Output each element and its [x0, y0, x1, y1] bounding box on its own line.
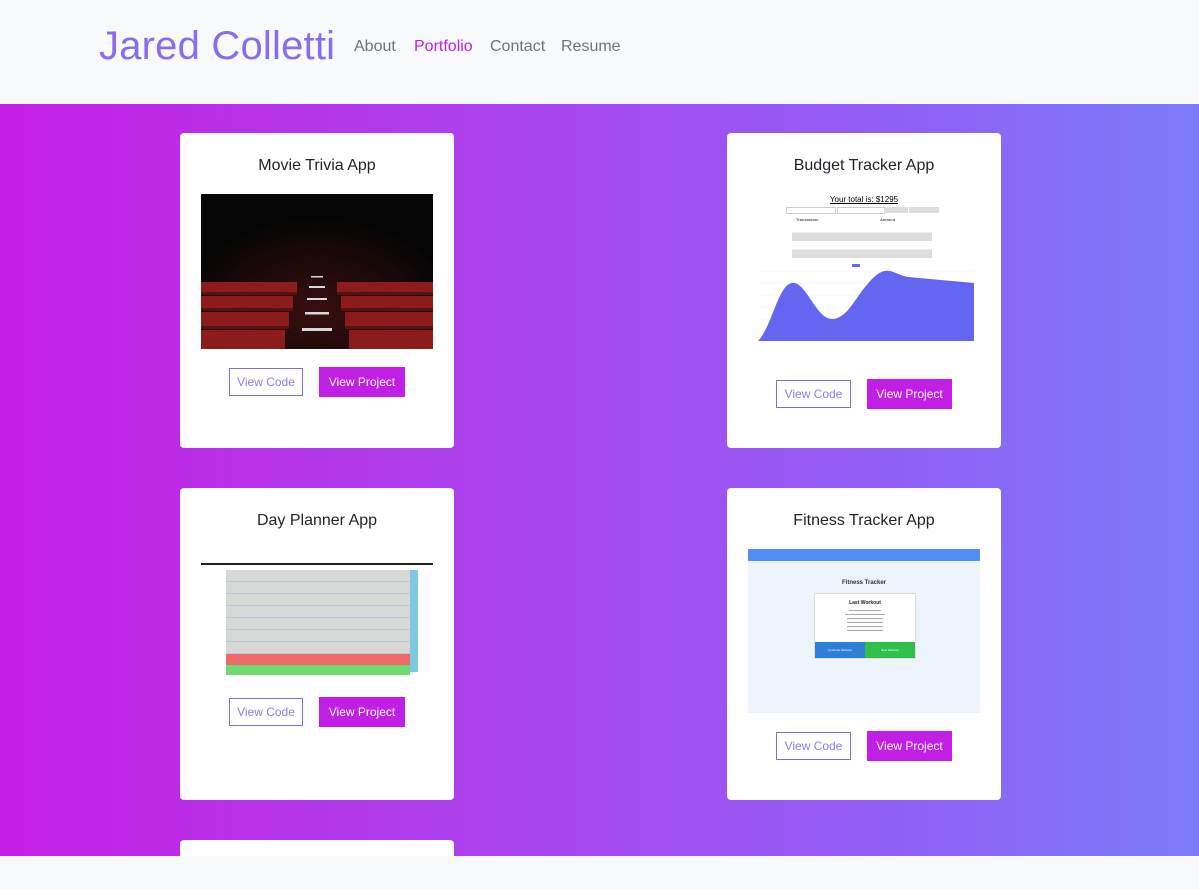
project-card-day-planner: Day Planner App View Code View Project: [180, 488, 454, 800]
nav-link-portfolio[interactable]: Portfolio: [414, 38, 473, 56]
view-code-button[interactable]: View Code: [229, 368, 303, 396]
view-project-button[interactable]: View Project: [867, 731, 952, 761]
last-workout-panel: Last Workout Continue Workout New Workou…: [814, 593, 916, 659]
amount-input-mock: [837, 207, 885, 214]
view-project-button[interactable]: View Project: [867, 379, 952, 409]
continue-workout-mock: Continue Workout: [815, 642, 865, 658]
transactions-table-mock: [792, 224, 932, 270]
brand-link[interactable]: Jared Colletti: [99, 24, 335, 69]
project-title: Budget Tracker App: [793, 157, 935, 174]
save-buttons-mock: [410, 570, 418, 672]
planner-divider: [201, 563, 433, 565]
amount-header: Amount: [880, 217, 896, 222]
new-workout-mock: New Workout: [865, 642, 915, 658]
subtract-funds-mock: [909, 207, 939, 213]
footer: [0, 856, 1199, 889]
nav-link-contact[interactable]: Contact: [490, 38, 545, 56]
add-funds-mock: [884, 207, 908, 213]
nav-link-about[interactable]: About: [354, 38, 396, 56]
project-title: Day Planner App: [256, 512, 378, 529]
day-planner-screenshot: [201, 563, 433, 675]
fitness-tracker-screenshot: Fitness Tracker Last Workout Continue Wo…: [748, 549, 980, 713]
name-input-mock: [786, 207, 836, 214]
project-card-movie-trivia: Movie Trivia App View Code View Project: [180, 133, 454, 448]
project-title: Fitness Tracker App: [793, 512, 935, 529]
view-project-button[interactable]: View Project: [319, 367, 405, 397]
nav-link-resume[interactable]: Resume: [561, 38, 621, 56]
view-code-button[interactable]: View Code: [229, 698, 303, 726]
area-chart-mock: [758, 270, 974, 341]
project-card-budget-tracker: Budget Tracker App Your total is: $1295 …: [727, 133, 1001, 448]
project-card-partial: [180, 840, 454, 856]
view-code-button[interactable]: View Code: [776, 380, 851, 408]
project-card-fitness-tracker: Fitness Tracker App Fitness Tracker Last…: [727, 488, 1001, 800]
budget-tracker-screenshot: Your total is: $1295 Transaction Amount: [748, 191, 980, 349]
budget-total-text: Your total is: $1295: [829, 195, 899, 204]
fitness-navbar-mock: [748, 549, 980, 561]
view-code-button[interactable]: View Code: [776, 732, 851, 760]
fitness-heading-text: Fitness Tracker: [841, 580, 887, 586]
view-project-button[interactable]: View Project: [319, 697, 405, 727]
hour-rows-mock: [226, 570, 410, 675]
project-title: Movie Trivia App: [258, 157, 376, 174]
transaction-header: Transaction: [796, 217, 819, 222]
portfolio-section: Movie Trivia App View Code View Project …: [0, 104, 1199, 856]
navbar: Jared Colletti About Portfolio Contact R…: [0, 0, 1199, 104]
last-workout-title: Last Workout: [849, 600, 881, 606]
theater-seats-image: [201, 194, 433, 349]
